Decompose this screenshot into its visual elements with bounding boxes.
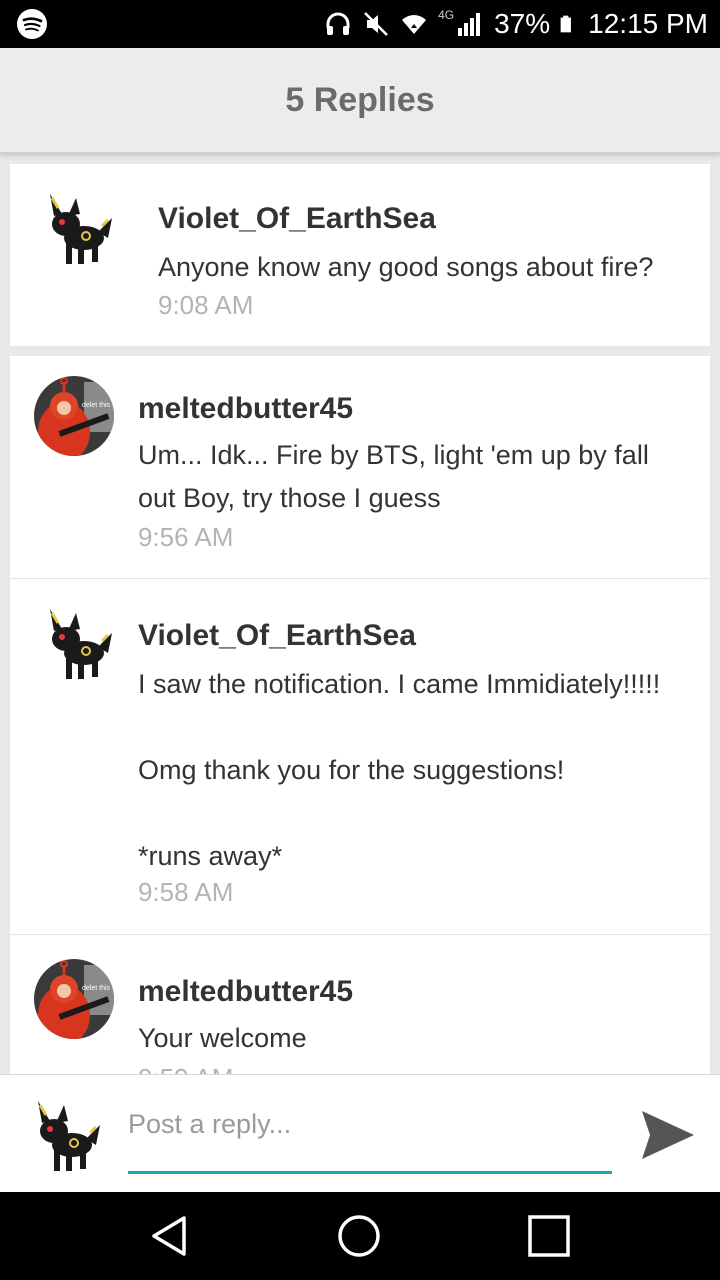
avatar-caption: delet this [82,402,111,409]
network-type: 4G [438,8,455,22]
battery-percent: 37% [494,8,551,39]
signal-icon [458,13,481,36]
avatar[interactable] [34,959,114,1039]
username[interactable]: meltedbutter45 [138,392,353,426]
timestamp: 9:58 AM [138,877,234,907]
avatar-caption: delet this [82,985,111,992]
header: 5 Replies [0,48,720,154]
reply-message: Your welcome [138,1023,307,1053]
input-underline [128,1171,612,1174]
username[interactable]: meltedbutter45 [138,975,353,1009]
red-costume-avatar-icon [34,959,114,1039]
reply-input[interactable] [128,1101,612,1147]
clock: 12:15 PM [588,8,708,39]
reply-message: Um... Idk... Fire by BTS, light 'em up b… [138,440,649,513]
username[interactable]: Violet_Of_EarthSea [138,619,416,653]
recents-icon[interactable] [525,1212,573,1260]
system-nav-bar [0,1192,720,1280]
wifi-icon [402,15,427,34]
status-bar: 4G 37% 12:15 PM [0,0,720,48]
umbreon-avatar-icon [24,1095,104,1175]
page-title: 5 Replies [285,80,435,119]
reply-message: I saw the notification. I came Immidiate… [138,669,661,871]
battery-icon [560,15,572,33]
timestamp: 9:08 AM [158,290,254,320]
umbreon-avatar-icon [36,603,116,683]
timestamp: 9:59 AM [138,1063,233,1074]
avatar[interactable] [34,376,114,456]
reply-item: delet this meltedbutter45 Your welcome 9… [10,935,710,1074]
my-avatar [24,1095,104,1175]
username[interactable]: Violet_Of_EarthSea [158,202,436,236]
home-icon[interactable] [335,1212,383,1260]
reply-composer [0,1074,720,1193]
send-icon[interactable] [640,1107,696,1163]
replies-card: delet this meltedbutter45 Um... Idk... F… [10,356,710,1074]
mute-icon [364,12,388,36]
headphones-icon [326,12,350,35]
reply-item: Violet_Of_EarthSea I saw the notificatio… [10,579,710,934]
reply-item: delet this meltedbutter45 Um... Idk... F… [10,356,710,578]
spotify-icon [17,9,47,39]
avatar[interactable] [36,603,116,683]
red-costume-avatar-icon [34,376,114,456]
replies-list[interactable]: Violet_Of_EarthSea Anyone know any good … [0,154,720,1074]
back-icon[interactable] [146,1212,194,1260]
post-message: Anyone know any good songs about fire? [158,252,654,282]
umbreon-avatar-icon [36,188,116,268]
timestamp: 9:56 AM [138,522,234,552]
original-post: Violet_Of_EarthSea Anyone know any good … [10,164,710,346]
avatar[interactable] [36,188,116,268]
